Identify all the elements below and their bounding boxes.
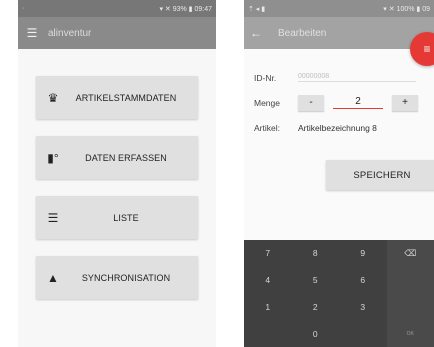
daten-erfassen-button[interactable]: ▮° DATEN ERFASSEN [36,136,198,179]
numeric-keypad: 7 8 9 ⌫ 4 5 6 1 2 3 0 OK [244,240,434,347]
edit-form: ID-Nr. 00000008 Menge - 2 + Artikel: Art… [244,65,434,140]
id-label: ID-Nr. [254,72,277,83]
menu-label: DATEN ERFASSEN [85,152,167,163]
menu-label: LISTE [113,212,139,223]
key-2[interactable]: 2 [292,294,340,321]
list-icon: ☰ [47,210,59,225]
key-9[interactable]: 9 [339,240,387,267]
save-button[interactable]: SPEICHERN [326,160,434,190]
edit-screen: ⇡ ◂ ▮ ▾ ✕ 100% ▮ 09 ← Bearbeiten ≡ ID-Nr… [244,0,434,347]
id-row: ID-Nr. 00000008 [254,65,424,90]
menu-label: ARTIKELSTAMMDATEN [75,92,177,103]
quantity-input[interactable]: 2 [333,96,383,109]
artikel-label: Artikel: [254,122,280,133]
id-field[interactable]: 00000008 [298,73,416,82]
menu-label: SYNCHRONISATION [81,272,171,283]
key-blank [386,266,434,294]
crown-icon: ♛ [47,90,59,105]
key-7[interactable]: 7 [244,240,292,267]
key-blank [386,293,434,321]
status-right: ▾ ✕ 100% ▮ 09 [383,5,430,13]
key-8[interactable]: 8 [292,240,340,267]
status-right: ▾ ✕ 93% ▮ 09:47 [159,5,212,13]
back-arrow-icon[interactable]: ← [250,26,270,40]
hamburger-menu-icon[interactable]: ☰ [22,26,42,40]
key-blank [244,320,292,347]
app-bar: ☰ alinventur [18,17,216,49]
ok-key[interactable]: OK [386,320,434,347]
sync-icon: ▲ [47,270,59,285]
key-5[interactable]: 5 [292,267,340,294]
page-title: Bearbeiten [278,27,327,39]
artikelstammdaten-button[interactable]: ♛ ARTIKELSTAMMDATEN [36,76,198,119]
key-3[interactable]: 3 [339,294,387,321]
synchronisation-button[interactable]: ▲ SYNCHRONISATION [36,256,198,299]
key-0[interactable]: 0 [292,320,340,347]
key-6[interactable]: 6 [339,267,387,294]
menu-icon: ≡ [423,42,431,56]
menge-row: Menge - 2 + [254,90,424,115]
increment-button[interactable]: + [392,94,418,111]
scanner-icon: ▮° [47,150,59,165]
app-bar: ← Bearbeiten [244,17,434,49]
app-title: alinventur [48,27,92,39]
status-left: · [22,5,25,12]
main-menu: ♛ ARTIKELSTAMMDATEN ▮° DATEN ERFASSEN ☰ … [18,76,216,299]
decrement-button[interactable]: - [298,94,324,111]
status-bar: · ▾ ✕ 93% ▮ 09:47 [18,0,216,17]
artikel-row: Artikel: Artikelbezeichnung 8 [254,115,424,140]
status-left: ⇡ ◂ ▮ [248,5,266,13]
main-menu-screen: · ▾ ✕ 93% ▮ 09:47 ☰ alinventur ♛ ARTIKEL… [18,0,216,347]
key-1[interactable]: 1 [244,294,292,321]
status-bar: ⇡ ◂ ▮ ▾ ✕ 100% ▮ 09 [244,0,434,17]
key-4[interactable]: 4 [244,267,292,294]
liste-button[interactable]: ☰ LISTE [36,196,198,239]
menge-label: Menge [254,97,280,108]
artikel-value: Artikelbezeichnung 8 [298,122,377,133]
backspace-key[interactable]: ⌫ [386,240,434,267]
menu-fab-button[interactable]: ≡ [410,32,434,66]
key-blank [339,320,387,347]
